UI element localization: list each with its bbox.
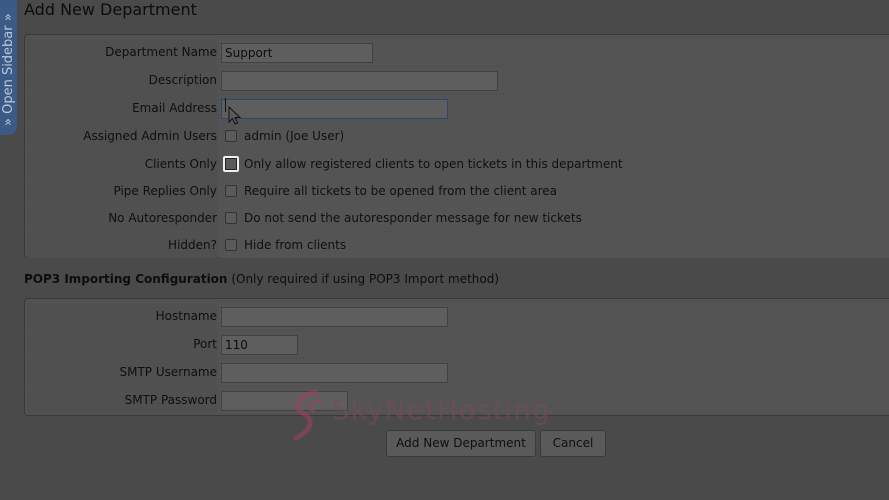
email-address-input[interactable] <box>221 99 448 119</box>
description-label: Description <box>27 67 217 93</box>
row-department-name: Department Name <box>27 39 889 65</box>
pop3-heading-title: POP3 Importing Configuration <box>24 272 228 286</box>
pipe-replies-only-option-label: Require all tickets to be opened from th… <box>244 184 557 198</box>
pop3-heading-note: (Only required if using POP3 Import meth… <box>231 272 500 286</box>
row-pipe-replies-only: Pipe Replies Only Require all tickets to… <box>27 178 889 204</box>
hidden-option-label: Hide from clients <box>244 238 347 252</box>
smtp-username-input[interactable] <box>221 363 448 383</box>
row-assigned-admin-users: Assigned Admin Users admin (Joe User) <box>27 123 889 149</box>
open-sidebar-label: » Open Sidebar » <box>1 13 16 126</box>
pop3-section-heading: POP3 Importing Configuration (Only requi… <box>24 271 499 287</box>
row-email-address: Email Address <box>27 95 889 121</box>
clients-only-label: Clients Only <box>27 151 217 177</box>
description-input[interactable] <box>221 71 498 91</box>
assigned-admin-users-label: Assigned Admin Users <box>27 123 217 149</box>
admin-user-option-label: admin (Joe User) <box>244 129 345 143</box>
email-address-label: Email Address <box>27 95 217 121</box>
clients-only-option-label: Only allow registered clients to open ti… <box>244 157 623 171</box>
cancel-button[interactable]: Cancel <box>540 430 606 457</box>
department-name-label: Department Name <box>27 39 217 65</box>
row-description: Description <box>27 67 889 93</box>
add-new-department-button[interactable]: Add New Department <box>386 430 536 457</box>
hidden-label: Hidden? <box>27 232 217 258</box>
smtp-username-label: SMTP Username <box>27 359 217 385</box>
skynethosting-logo-icon <box>293 389 324 441</box>
hostname-label: Hostname <box>27 303 217 329</box>
mouse-pointer-icon <box>228 106 242 125</box>
pipe-replies-only-checkbox[interactable] <box>225 185 237 197</box>
pipe-replies-only-label: Pipe Replies Only <box>27 178 217 204</box>
row-hostname: Hostname <box>27 303 889 329</box>
hostname-input[interactable] <box>221 307 448 327</box>
row-clients-only: Clients Only Only allow registered clien… <box>27 151 889 177</box>
hidden-checkbox[interactable] <box>225 239 237 251</box>
row-hidden: Hidden? Hide from clients <box>27 232 889 258</box>
department-form-panel: Department Name Description Email Addres… <box>24 34 889 258</box>
clients-only-checkbox[interactable] <box>223 156 239 172</box>
smtp-password-label: SMTP Password <box>27 387 217 413</box>
row-no-autoresponder: No Autoresponder Do not send the autores… <box>27 205 889 231</box>
open-sidebar-tab[interactable]: » Open Sidebar » <box>0 0 17 135</box>
port-input[interactable] <box>221 335 298 355</box>
admin-user-checkbox[interactable] <box>225 130 237 142</box>
department-name-input[interactable] <box>221 43 373 63</box>
row-port: Port <box>27 331 889 357</box>
page-title: Add New Department <box>24 0 197 19</box>
no-autoresponder-label: No Autoresponder <box>27 205 217 231</box>
port-label: Port <box>27 331 217 357</box>
text-caret <box>225 98 226 112</box>
watermark-text: SkyNetHosting <box>332 393 551 426</box>
no-autoresponder-checkbox[interactable] <box>225 212 237 224</box>
no-autoresponder-option-label: Do not send the autoresponder message fo… <box>244 211 582 225</box>
row-smtp-username: SMTP Username <box>27 359 889 385</box>
